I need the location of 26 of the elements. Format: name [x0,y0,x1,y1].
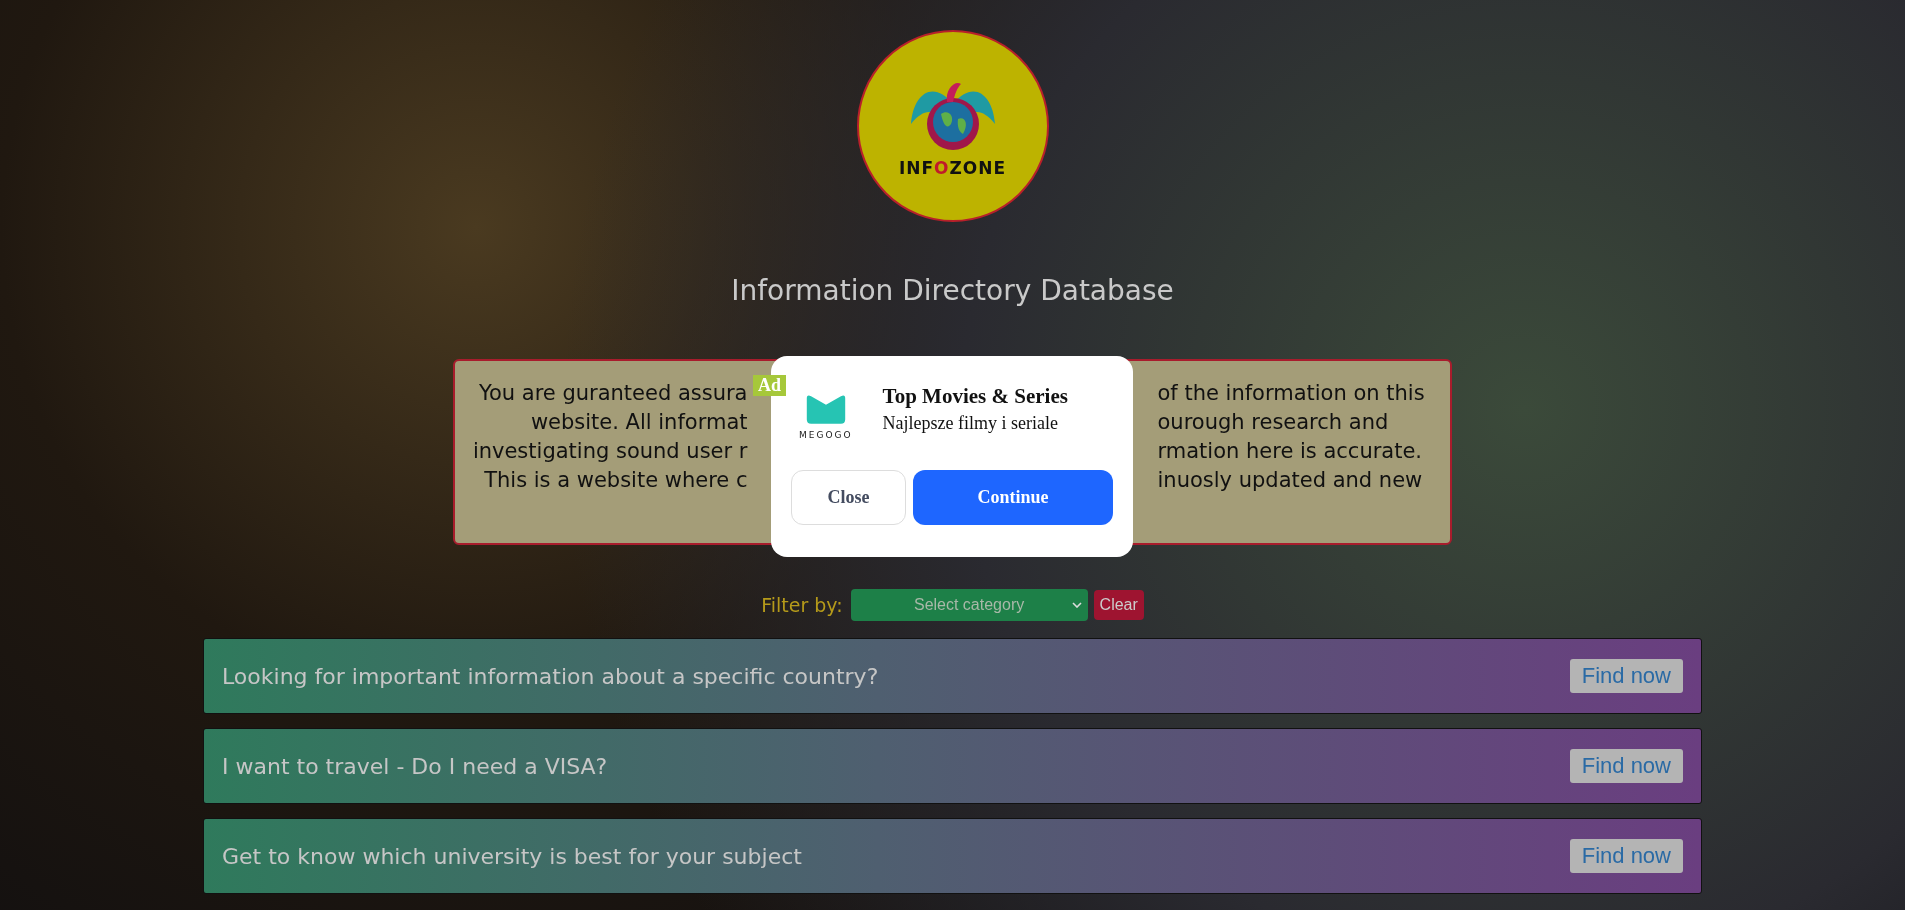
logo-text: INFOZONE [898,158,1007,178]
continue-button[interactable]: Continue [913,470,1113,525]
notice-text: of the information on this [1157,380,1426,407]
filter-label: Filter by: [761,594,843,616]
topic-text: I want to travel - Do I need a VISA? [222,753,608,779]
find-now-button[interactable]: Find now [1569,659,1683,693]
notice-text: This is a website where c [483,467,748,494]
notice-text: ourough research and [1157,409,1390,436]
notice-text: website. All informat [529,409,748,436]
notice-text: You are guranteed assura [477,380,748,407]
notice-text: rmation here is accurate. [1157,438,1424,465]
find-now-button[interactable]: Find now [1569,839,1683,873]
topic-text: Looking for important information about a specific country? [222,663,879,689]
ad-title: Top Movies & Series [882,384,1068,409]
close-button[interactable]: Close [791,470,906,525]
page-title: Information Directory Database [731,274,1174,307]
notice-text: investigating sound user r [471,438,748,465]
ad-badge: Ad [753,375,786,396]
clear-button[interactable]: Clear [1093,590,1144,620]
ad-subtitle: Najlepsze filmy i seriale [882,413,1059,434]
brand-name: MEGOGO [799,430,853,440]
find-now-button[interactable]: Find now [1569,749,1683,783]
category-select[interactable]: Select category [850,589,1088,621]
chevron-down-icon [1071,602,1082,608]
topic-text: Get to know which university is best for your subject [222,843,802,869]
notice-text: inuosly updated and new [1157,467,1424,494]
